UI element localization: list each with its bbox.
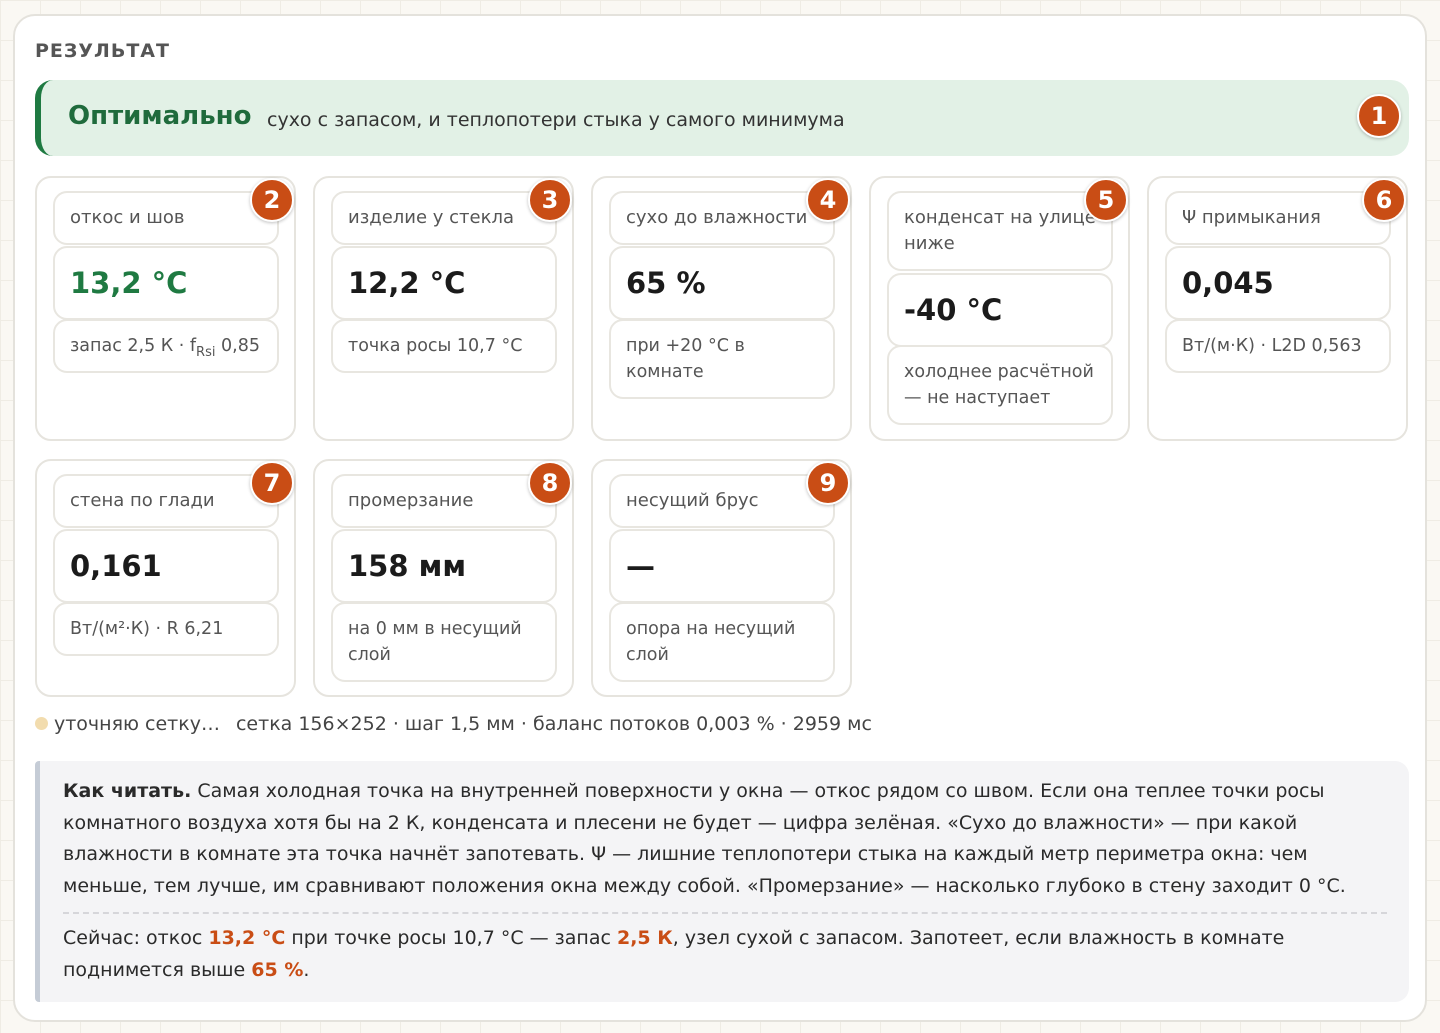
how-to-read-lead: Как читать. [63, 780, 192, 802]
card-sub: при +20 °C в комнате [609, 319, 835, 399]
card-value: — [609, 529, 835, 603]
how-to-read-text: Как читать. Самая холодная точка на внут… [63, 780, 1346, 897]
card-label: несущий брус [609, 474, 835, 528]
card-value: 13,2 °C [53, 246, 279, 320]
card-sub: опора на несущий слой [609, 602, 835, 682]
verdict-text: сухо с запасом, и теплопотери стыка у са… [267, 109, 845, 131]
card-value: 0,045 [1165, 246, 1391, 320]
card-sub: точка росы 10,7 °C [331, 319, 557, 373]
marker-badge: 5 [1084, 178, 1128, 222]
progress-dot-icon [35, 717, 48, 730]
how-to-read-note: Как читать. Самая холодная точка на внут… [35, 761, 1409, 1002]
card-label: конденсат на улице ниже [887, 191, 1113, 271]
status-state: уточняю сетку… [54, 713, 220, 735]
card-wall-plain: стена по глади 0,161 Вт/(м²·К) · R 6,21 … [35, 459, 296, 697]
card-glass-edge: изделие у стекла 12,2 °C точка росы 10,7… [313, 176, 574, 441]
marker-badge: 9 [806, 461, 850, 505]
card-psi-junction: Ψ примыкания 0,045 Вт/(м·К) · L2D 0,563 … [1147, 176, 1408, 441]
card-label: откос и шов [53, 191, 279, 245]
card-condensate-outdoor: конденсат на улице ниже -40 °C холоднее … [869, 176, 1130, 441]
card-sub: Вт/(м·К) · L2D 0,563 [1165, 319, 1391, 373]
summary-margin: 2,5 К [616, 927, 673, 949]
card-label: стена по глади [53, 474, 279, 528]
card-value: 0,161 [53, 529, 279, 603]
marker-badge: 3 [528, 178, 572, 222]
marker-badge: 7 [250, 461, 294, 505]
card-sub: запас 2,5 К · fRsi 0,85 [53, 319, 279, 373]
card-load-beam: несущий брус — опора на несущий слой 9 [591, 459, 852, 697]
card-value: 65 % [609, 246, 835, 320]
summary-temp: 13,2 °C [208, 927, 286, 949]
card-value: 158 мм [331, 529, 557, 603]
verdict-title: Оптимально [68, 101, 252, 131]
card-dry-humidity: сухо до влажности 65 % при +20 °C в комн… [591, 176, 852, 441]
card-sub: на 0 мм в несущий слой [331, 602, 557, 682]
card-value: -40 °C [887, 273, 1113, 347]
current-summary: Сейчас: откос 13,2 °C при точке росы 10,… [63, 927, 1285, 981]
marker-badge: 2 [250, 178, 294, 222]
summary-rh: 65 % [251, 958, 304, 981]
marker-badge: 4 [806, 178, 850, 222]
status-line: уточняю сетку… сетка 156×252 · шаг 1,5 мм… [35, 713, 872, 735]
section-title: РЕЗУЛЬТАТ [35, 40, 170, 62]
card-sub: холоднее расчётной — не наступает [887, 345, 1113, 425]
card-label: изделие у стекла [331, 191, 557, 245]
card-label: Ψ примыкания [1165, 191, 1391, 245]
card-label: сухо до влажности [609, 191, 835, 245]
result-panel: РЕЗУЛЬТАТ Оптимально сухо с запасом, и т… [13, 14, 1427, 1022]
status-meta: сетка 156×252 · шаг 1,5 мм · баланс пото… [235, 713, 872, 735]
marker-badge: 1 [1357, 94, 1401, 138]
divider [63, 912, 1387, 914]
verdict-banner: Оптимально сухо с запасом, и теплопотери… [35, 80, 1409, 156]
card-slope-seam: откос и шов 13,2 °C запас 2,5 К · fRsi 0… [35, 176, 296, 441]
marker-badge: 8 [528, 461, 572, 505]
card-value: 12,2 °C [331, 246, 557, 320]
card-label: промерзание [331, 474, 557, 528]
card-sub: Вт/(м²·К) · R 6,21 [53, 602, 279, 656]
marker-badge: 6 [1362, 178, 1406, 222]
card-freezing-depth: промерзание 158 мм на 0 мм в несущий сло… [313, 459, 574, 697]
